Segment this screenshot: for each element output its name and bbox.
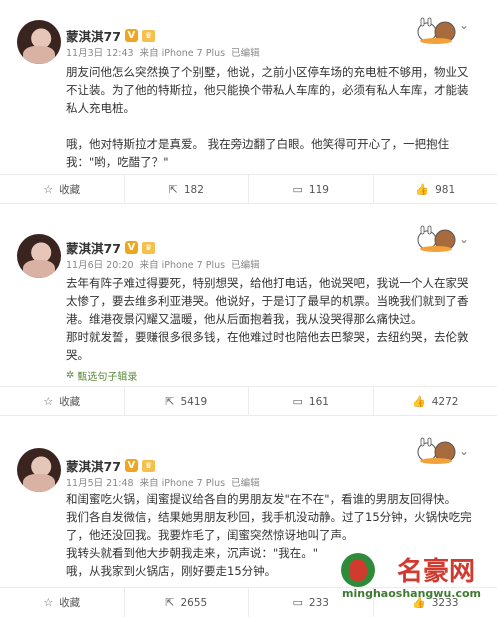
chevron-down-icon[interactable]: ⌄: [459, 444, 469, 458]
repost-count: 5419: [180, 395, 208, 408]
post-line: 我们各自发微信，结果她男朋友秒回，我手机没动静。过了15分钟，火锅快吃完: [66, 510, 472, 524]
comment-count: 161: [308, 395, 329, 408]
site-logo-icon: [341, 553, 375, 587]
star-icon: ☆: [43, 596, 54, 609]
post-body: 朋友问他怎么突然换了个别墅，他说，之前小区停车场的充电桩不够用，物业又 不让装。…: [66, 63, 469, 171]
crown-icon: ♛: [141, 29, 155, 42]
site-watermark: 名豪网 minghaoshangwu.com: [319, 551, 489, 611]
repost-icon: ⇱: [168, 183, 178, 196]
crown-icon: ♛: [141, 241, 155, 254]
collection-link[interactable]: ✲ 甄选句子辑录: [66, 368, 137, 383]
collect-label: 收藏: [59, 184, 81, 196]
post-date[interactable]: 11月6日 20:20: [66, 260, 134, 271]
post-line: 不让装。为了他的特斯拉，他只能换个带私人车库的，必须有私人车库，才能装: [66, 83, 469, 97]
post-line: [66, 117, 466, 135]
repost-button[interactable]: ⇱ 2655: [125, 588, 249, 617]
comment-count: 119: [308, 183, 329, 196]
comment-icon: ▭: [292, 596, 303, 609]
post-line: 哭。: [66, 348, 89, 362]
post-meta: 11月3日 12:43 来自 iPhone 7 Plus 已编辑: [66, 45, 263, 59]
bear-sticker-icon: [417, 17, 456, 44]
post-meta: 11月5日 21:48 来自 iPhone 7 Plus 已编辑: [66, 475, 263, 489]
collect-button[interactable]: ☆ 收藏: [0, 175, 125, 204]
post-1: 蒙淇淇77 V ♛ 11月3日 12:43 来自 iPhone 7 Plus 已…: [0, 0, 497, 204]
username[interactable]: 蒙淇淇77: [66, 456, 121, 475]
vip-badge-icon: V: [124, 29, 138, 42]
post-line: 去年有阵子难过得要死，特别想哭，给他打电话，他说哭吧，我说一个人在家哭: [66, 276, 469, 290]
post-line: 和闺蜜吃火锅，闺蜜提议给各自的男朋友发"在不在"，看谁的男朋友回得快。: [66, 492, 457, 506]
post-line: 港。维港夜景闪耀又温暖，他从后面抱着我，我从没哭得那么痛快过。: [66, 312, 423, 326]
post-2: 蒙淇淇77 V ♛ 11月6日 20:20 来自 iPhone 7 Plus 已…: [0, 218, 497, 416]
repost-button[interactable]: ⇱ 5419: [125, 387, 249, 416]
post-source: 来自 iPhone 7 Plus: [139, 478, 226, 489]
post-line: 朋友问他怎么突然换了个别墅，他说，之前小区停车场的充电桩不够用，物业又: [66, 65, 469, 79]
edited-label: 已编辑: [231, 260, 260, 271]
vip-badge-icon: V: [124, 241, 138, 254]
avatar[interactable]: [17, 20, 61, 64]
username[interactable]: 蒙淇淇77: [66, 26, 121, 45]
watermark-url: minghaoshangwu.com: [342, 587, 481, 600]
thumbs-up-icon: 👍: [415, 183, 430, 196]
post-date[interactable]: 11月5日 21:48: [66, 478, 134, 489]
post-source: 来自 iPhone 7 Plus: [139, 48, 226, 59]
repost-icon: ⇱: [165, 395, 175, 408]
star-icon: ☆: [43, 395, 54, 408]
chevron-down-icon[interactable]: ⌄: [459, 232, 469, 246]
avatar[interactable]: [17, 234, 61, 278]
avatar[interactable]: [17, 448, 61, 492]
post-source: 来自 iPhone 7 Plus: [139, 260, 226, 271]
edited-label: 已编辑: [231, 48, 260, 59]
like-count: 4272: [431, 395, 459, 408]
collect-label: 收藏: [59, 396, 81, 408]
post-meta: 11月6日 20:20 来自 iPhone 7 Plus 已编辑: [66, 257, 263, 271]
username[interactable]: 蒙淇淇77: [66, 238, 121, 257]
collection-icon: ✲: [66, 370, 75, 381]
collection-label: 甄选句子辑录: [77, 372, 138, 383]
post-body: 去年有阵子难过得要死，特别想哭，给他打电话，他说哭吧，我说一个人在家哭 太惨了，…: [66, 274, 469, 364]
like-count: 981: [435, 183, 456, 196]
watermark-title: 名豪网: [396, 557, 475, 587]
chevron-down-icon[interactable]: ⌄: [459, 18, 469, 32]
thumbs-up-icon: 👍: [412, 395, 426, 408]
post-line: 私人充电桩。: [66, 101, 135, 115]
edited-label: 已编辑: [231, 478, 260, 489]
post-line: 太惨了，要去维多利亚港哭。他说好，于是订了最早的机票。当晚我们就到了香: [66, 294, 469, 308]
like-button[interactable]: 👍 981: [374, 175, 497, 204]
post-line: 我："哟，吃醋了？": [66, 155, 169, 169]
comment-icon: ▭: [292, 395, 303, 408]
name-row: 蒙淇淇77 V ♛: [66, 456, 155, 475]
action-bar: ☆ 收藏 ⇱ 5419 ▭ 161 👍 4272: [0, 386, 497, 416]
star-icon: ☆: [43, 183, 54, 196]
post-date[interactable]: 11月3日 12:43: [66, 48, 134, 59]
comment-icon: ▭: [292, 183, 303, 196]
post-line: 了，他还没回我。我要炸毛了，闺蜜突然惊讶地叫了声。: [66, 528, 354, 542]
bear-sticker-icon: [417, 437, 456, 464]
vip-badge-icon: V: [124, 459, 138, 472]
comment-button[interactable]: ▭ 119: [249, 175, 374, 204]
like-button[interactable]: 👍 4272: [374, 387, 497, 416]
crown-icon: ♛: [141, 459, 155, 472]
post-line: 哦，他对特斯拉才是真爱。 我在旁边翻了白眼。他笑得可开心了，一把抱住: [66, 137, 450, 151]
repost-count: 182: [183, 183, 204, 196]
collect-button[interactable]: ☆ 收藏: [0, 588, 125, 617]
post-line: 那时就发誓，要赚很多很多钱，在他难过时也陪他去巴黎哭，去纽约哭，去伦敦: [66, 330, 469, 344]
comment-button[interactable]: ▭ 161: [249, 387, 374, 416]
repost-icon: ⇱: [165, 596, 175, 609]
bear-sticker-icon: [417, 225, 456, 252]
repost-count: 2655: [180, 596, 208, 609]
collect-label: 收藏: [59, 597, 81, 609]
name-row: 蒙淇淇77 V ♛: [66, 238, 155, 257]
name-row: 蒙淇淇77 V ♛: [66, 26, 155, 45]
repost-button[interactable]: ⇱ 182: [125, 175, 249, 204]
action-bar: ☆ 收藏 ⇱ 182 ▭ 119 👍 981: [0, 174, 497, 204]
collect-button[interactable]: ☆ 收藏: [0, 387, 125, 416]
